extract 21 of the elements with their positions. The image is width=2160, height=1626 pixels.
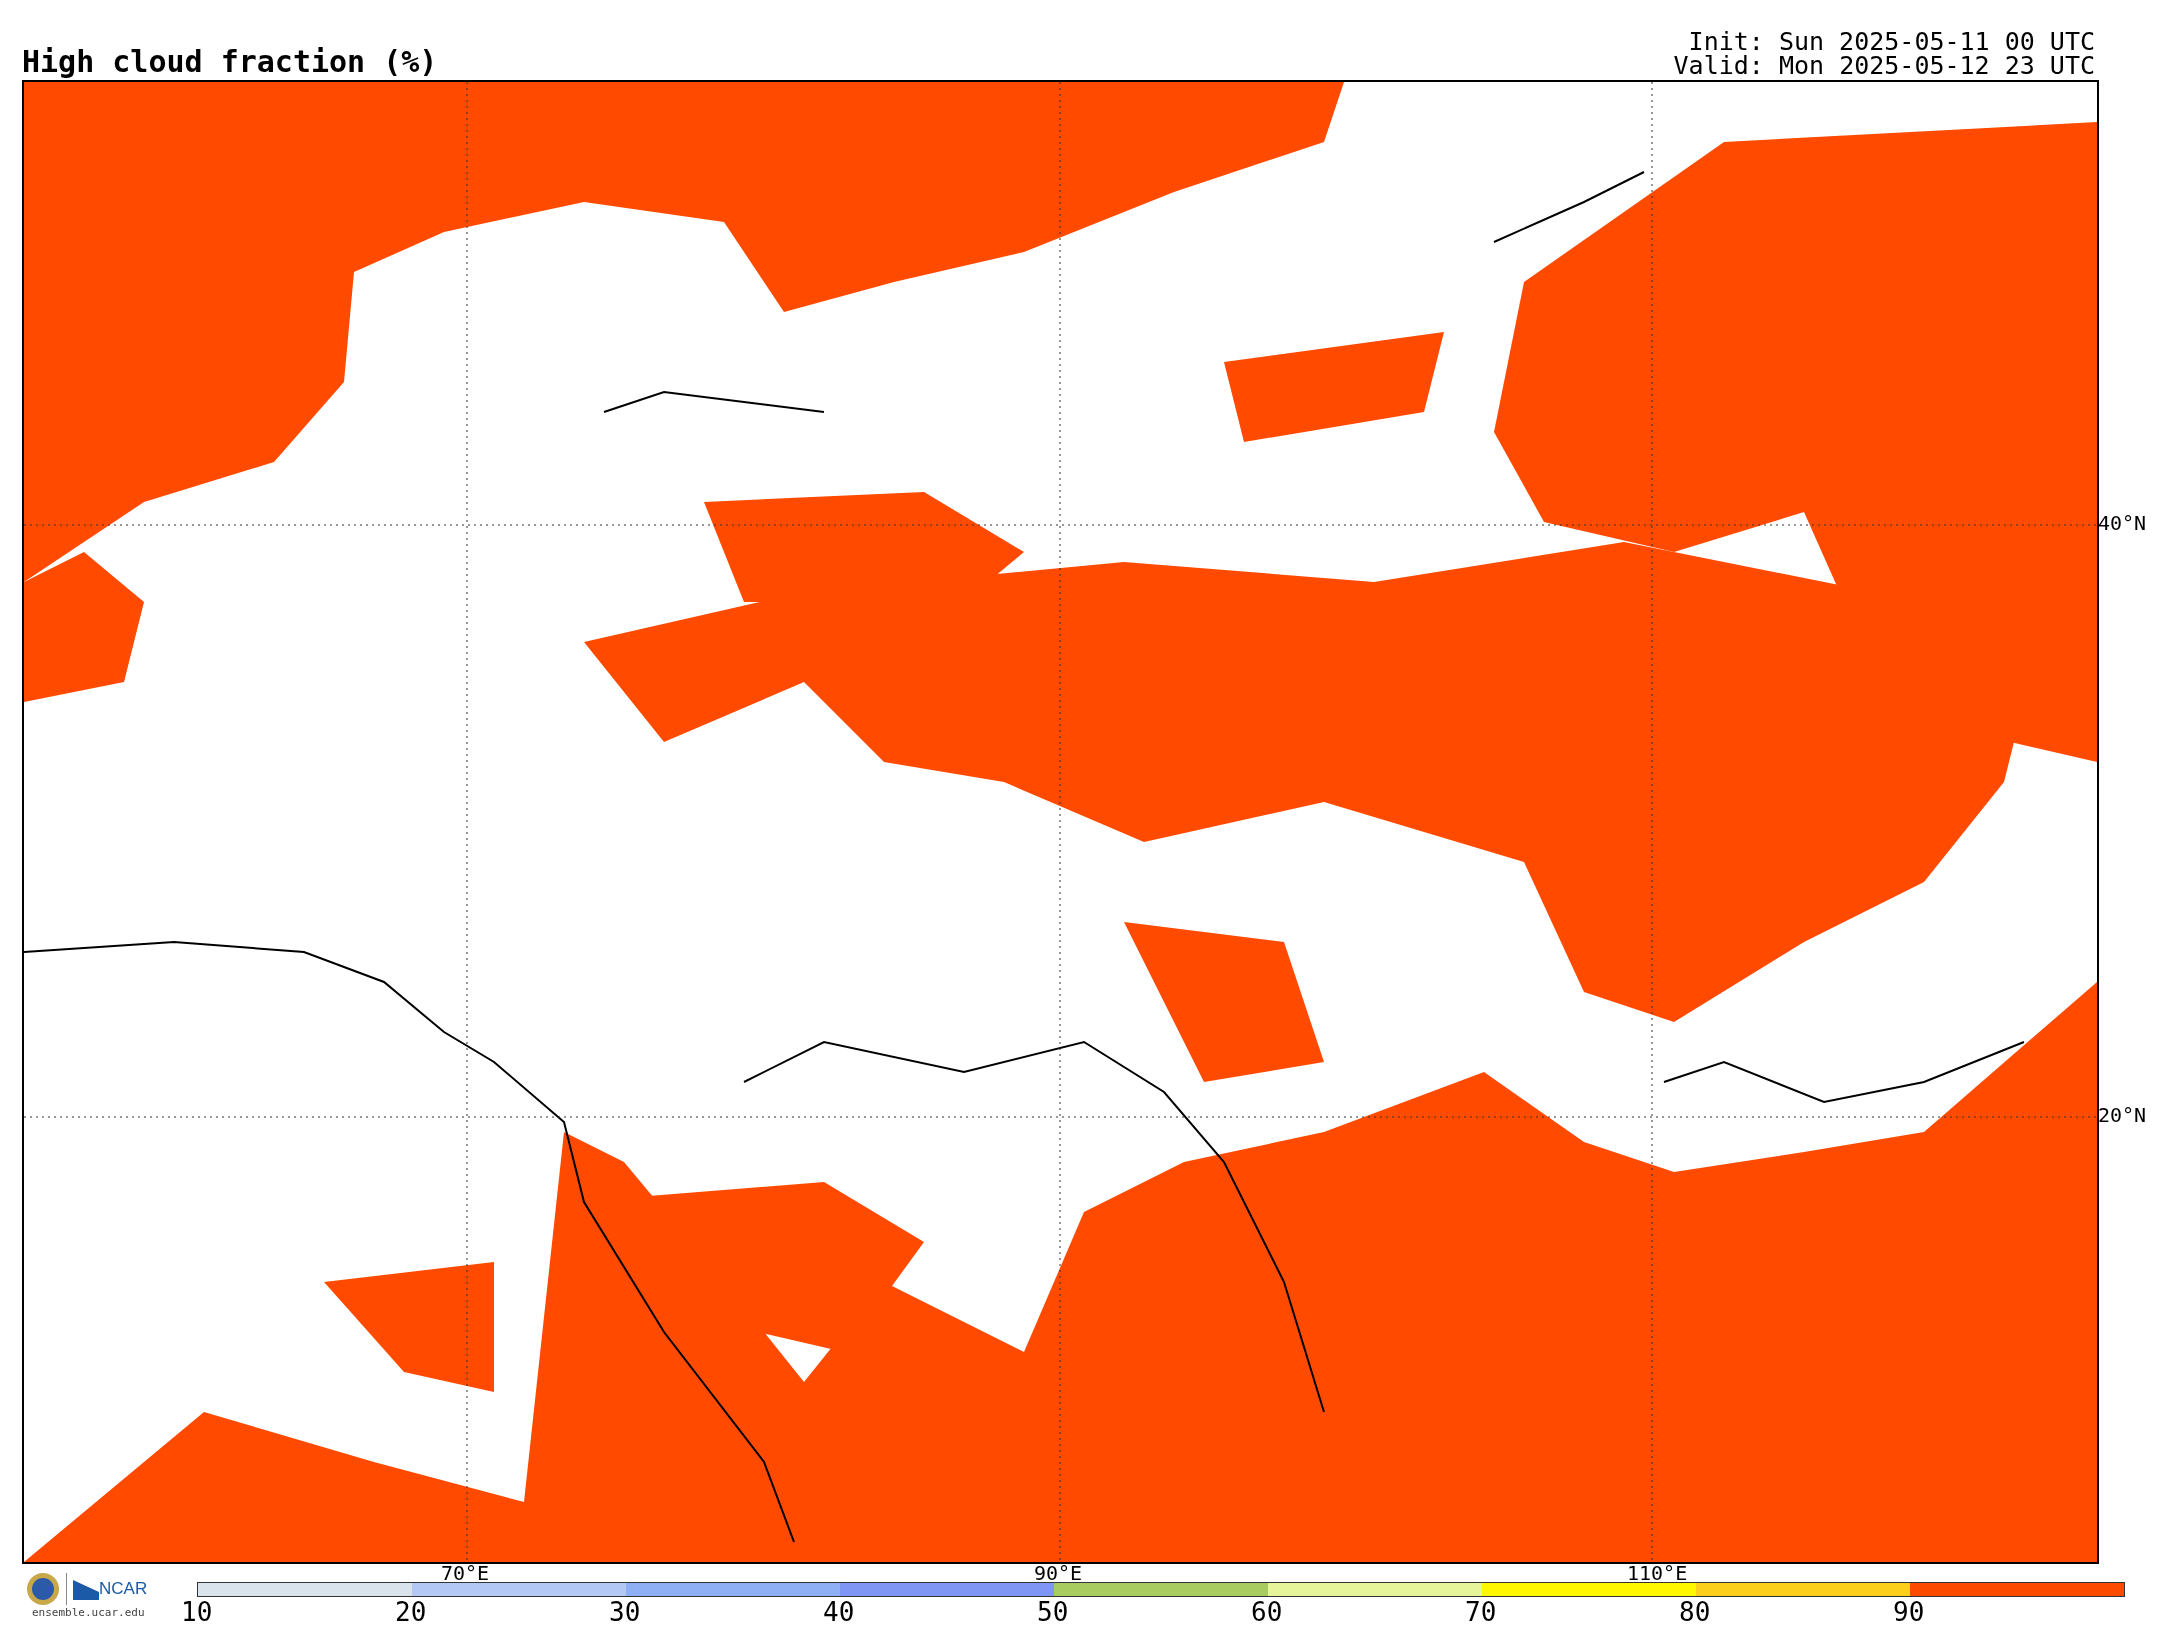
- colorbar-tick-label: 50: [1037, 1599, 1069, 1625]
- chart-title: High cloud fraction (%): [22, 47, 438, 80]
- latitude-label: 40°N: [2098, 513, 2147, 533]
- colorbar-tick-label: 60: [1251, 1599, 1283, 1625]
- colorbar-tick-label: 90: [1893, 1599, 1925, 1625]
- colorbar-tick-label: 20: [395, 1599, 427, 1625]
- seal-icon: [26, 1572, 60, 1606]
- valid-time: Valid: Mon 2025-05-12 23 UTC: [1673, 54, 2095, 78]
- init-time: Init: Sun 2025-05-11 00 UTC: [1688, 30, 2095, 54]
- longitude-label: 110°E: [1627, 1563, 1688, 1583]
- latitude-label: 20°N: [2098, 1105, 2147, 1125]
- logo-text: NCAR: [99, 1578, 148, 1601]
- colorbar-tick-label: 40: [823, 1599, 855, 1625]
- colorbar-tick-label: 30: [609, 1599, 641, 1625]
- colorbar-tick-label: 10: [181, 1599, 213, 1625]
- longitude-label: 70°E: [441, 1563, 490, 1583]
- colorbar-tick-label: 70: [1465, 1599, 1497, 1625]
- longitude-label: 90°E: [1034, 1563, 1083, 1583]
- colorbar-tick-label: 80: [1679, 1599, 1711, 1625]
- website-url: ensemble.ucar.edu: [32, 1607, 145, 1618]
- sail-icon: [73, 1578, 99, 1600]
